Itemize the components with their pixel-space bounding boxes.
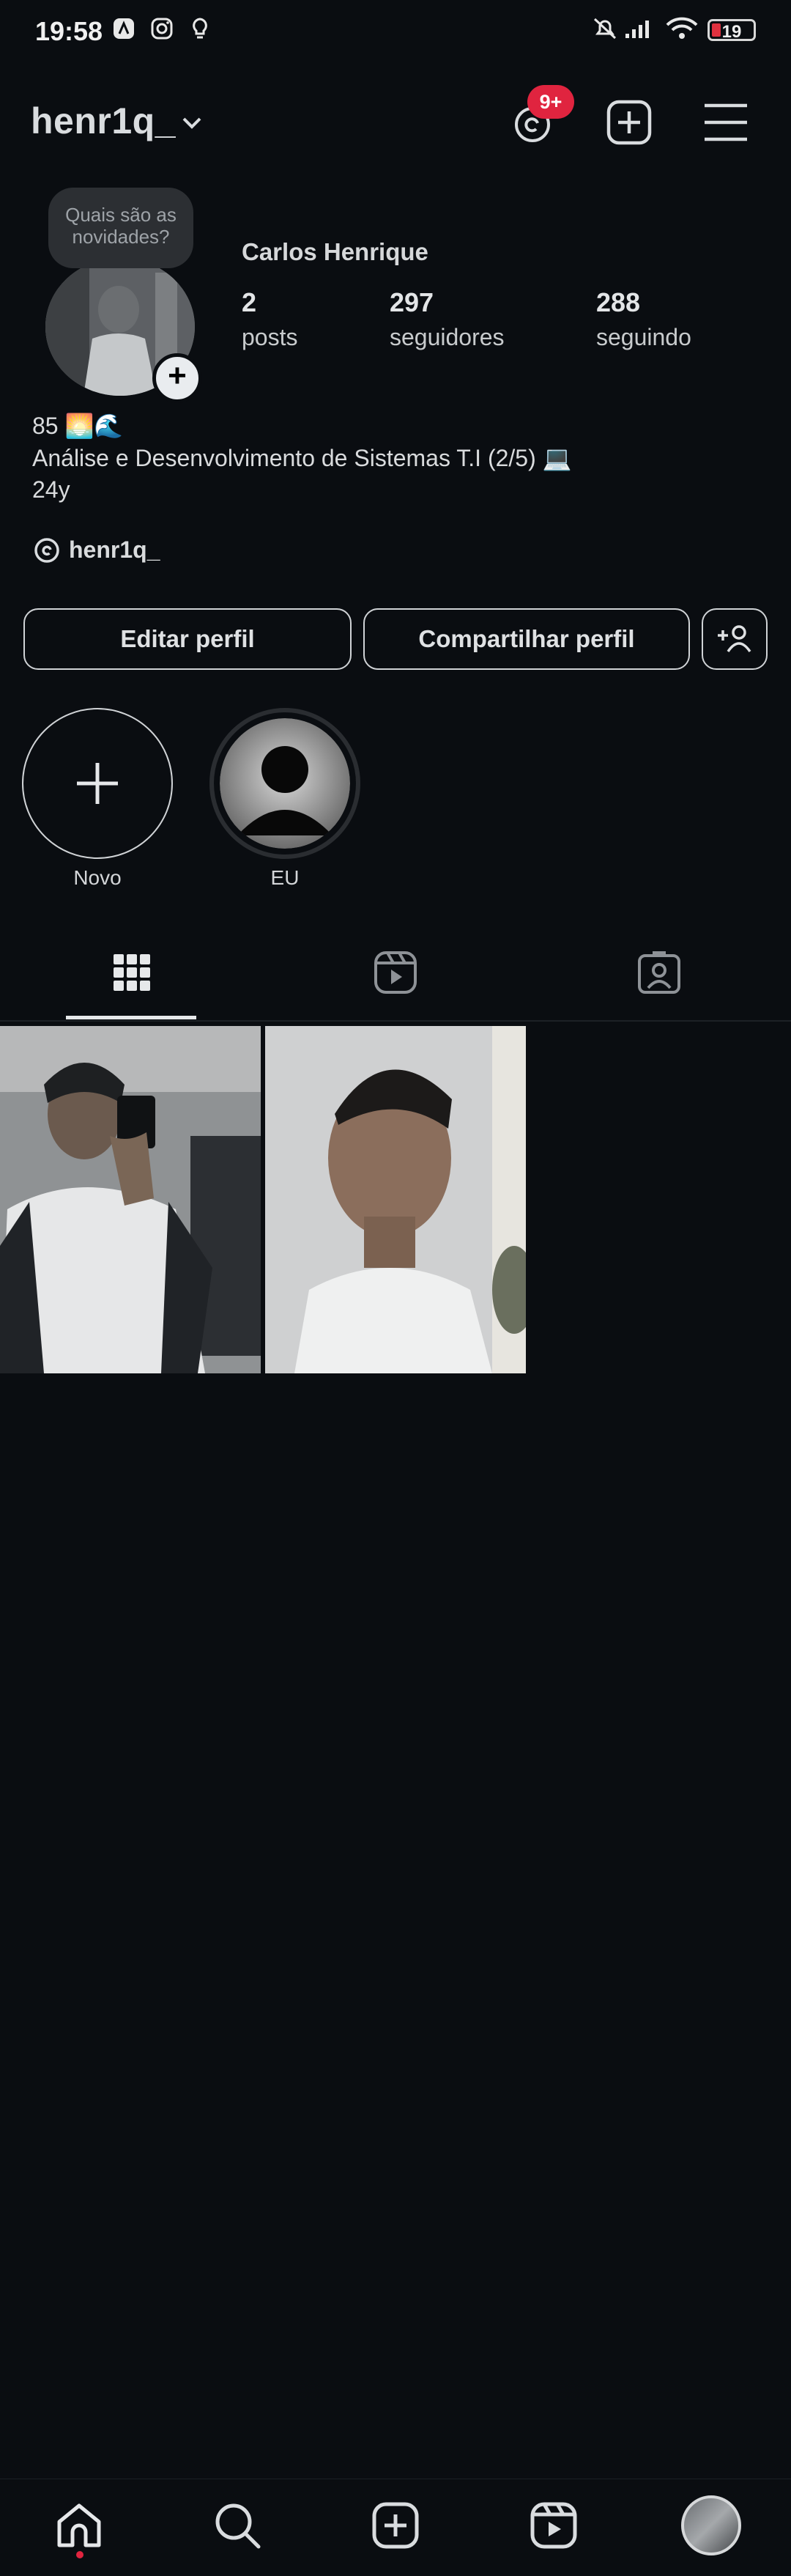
threads-handle[interactable]: henr1q_ xyxy=(69,536,160,564)
tab-tagged[interactable] xyxy=(527,925,791,1020)
home-notification-dot xyxy=(76,2551,83,2558)
post-thumbnail[interactable] xyxy=(265,1026,526,1373)
search-icon xyxy=(215,2503,261,2549)
nav-create[interactable] xyxy=(366,2496,425,2555)
active-tab-indicator xyxy=(66,1016,196,1019)
instagram-icon xyxy=(151,18,173,40)
signal-icon xyxy=(625,21,649,38)
home-icon xyxy=(57,2503,101,2547)
create-icon xyxy=(372,2502,419,2549)
mute-icon xyxy=(593,18,617,40)
bio-line: 24y xyxy=(32,476,70,503)
account-switcher[interactable]: henr1q_ xyxy=(31,100,176,142)
nav-reels[interactable] xyxy=(524,2496,583,2555)
lightbulb-icon xyxy=(193,18,207,39)
notification-badge: 9+ xyxy=(527,85,574,119)
followers-label[interactable]: seguidores xyxy=(390,324,505,351)
reels-icon xyxy=(374,951,417,994)
bio-line: Análise e Desenvolvimento de Sistemas T.… xyxy=(32,445,572,471)
plus-icon xyxy=(77,763,118,804)
create-post-icon[interactable] xyxy=(602,95,656,150)
followers-count[interactable]: 297 xyxy=(390,287,434,318)
following-label[interactable]: seguindo xyxy=(596,324,691,351)
following-count[interactable]: 288 xyxy=(596,287,640,318)
post-image xyxy=(265,1026,526,1373)
post-thumbnail[interactable] xyxy=(0,1026,261,1373)
tabs-divider xyxy=(0,1020,791,1022)
app-a-icon xyxy=(114,18,134,39)
highlight-eu[interactable] xyxy=(209,708,360,859)
status-bar: 19:58 19 xyxy=(0,0,791,66)
battery-level: 19 xyxy=(721,22,742,42)
tab-reels[interactable] xyxy=(264,925,527,1020)
bio-line: 85 🌅🌊 xyxy=(32,413,124,439)
new-highlight-button[interactable] xyxy=(22,708,173,859)
menu-icon[interactable] xyxy=(699,95,753,150)
share-profile-button[interactable]: Compartilhar perfil xyxy=(363,608,690,670)
reels-icon xyxy=(530,2502,577,2549)
nav-profile-avatar[interactable] xyxy=(681,2495,741,2555)
add-person-icon xyxy=(718,625,751,653)
threads-icon xyxy=(34,538,59,563)
tagged-user-icon xyxy=(638,951,680,994)
discover-people-button[interactable] xyxy=(702,608,768,670)
nav-search[interactable] xyxy=(208,2496,267,2555)
post-image xyxy=(0,1026,261,1373)
nav-home[interactable] xyxy=(50,2496,108,2555)
tab-posts-grid[interactable] xyxy=(0,925,264,1020)
note-bubble[interactable]: Quais são as novidades? xyxy=(48,188,193,268)
chevron-down-icon[interactable] xyxy=(180,114,204,132)
default-avatar-icon xyxy=(220,718,350,849)
wifi-icon xyxy=(666,17,698,39)
status-time: 19:58 xyxy=(35,16,103,46)
posts-count[interactable]: 2 xyxy=(242,287,256,318)
grid-icon xyxy=(114,954,150,991)
highlight-label[interactable]: Novo xyxy=(22,866,173,890)
full-name: Carlos Henrique xyxy=(242,238,428,265)
edit-profile-button[interactable]: Editar perfil xyxy=(23,608,352,670)
posts-label[interactable]: posts xyxy=(242,324,297,351)
add-story-button[interactable]: + xyxy=(152,353,202,403)
battery-indicator: 19 xyxy=(708,19,756,42)
threads-profile-link[interactable]: henr1q_ xyxy=(32,531,160,569)
highlight-label[interactable]: EU xyxy=(209,866,360,890)
username[interactable]: henr1q_ xyxy=(31,100,176,141)
